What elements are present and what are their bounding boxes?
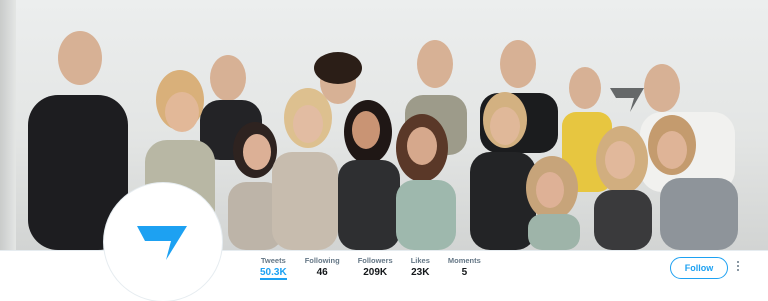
profile-stats: Tweets 50.3K Following 46 Followers 209K…	[260, 256, 499, 280]
stat-value: 209K	[363, 267, 388, 278]
stat-label: Likes	[410, 256, 430, 265]
follow-button[interactable]: Follow	[670, 257, 728, 279]
stat-moments[interactable]: Moments 5	[448, 256, 481, 280]
stat-label: Followers	[357, 256, 393, 265]
more-vertical-icon[interactable]	[736, 261, 740, 273]
stat-label: Following	[304, 256, 340, 265]
stat-following[interactable]: Following 46	[305, 256, 340, 280]
stat-value: 5	[461, 267, 468, 278]
stat-value: 50.3K	[260, 267, 287, 278]
profile-avatar[interactable]	[104, 183, 222, 301]
gymshark-shark-icon	[137, 226, 187, 260]
stat-tweets[interactable]: Tweets 50.3K	[260, 256, 287, 280]
stat-value: 46	[316, 267, 328, 278]
stat-label: Moments	[447, 256, 481, 265]
stat-label: Tweets	[260, 256, 286, 265]
stat-followers[interactable]: Followers 209K	[358, 256, 393, 280]
stat-value: 23K	[411, 267, 430, 278]
stat-likes[interactable]: Likes 23K	[411, 256, 430, 280]
